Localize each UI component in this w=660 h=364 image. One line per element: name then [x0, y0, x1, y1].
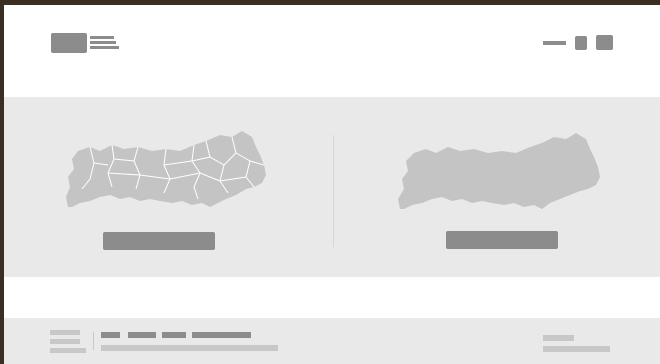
column-divider [333, 135, 334, 247]
footer-separator [93, 332, 94, 350]
page [4, 5, 660, 364]
select-municipalities-button[interactable] [103, 232, 215, 250]
footer-link[interactable] [128, 332, 156, 338]
footer-text-placeholder [101, 345, 278, 351]
footer-link[interactable] [162, 332, 186, 338]
map-selection-band [4, 97, 660, 277]
nav-square-icon[interactable] [575, 36, 587, 50]
nav-menu-line[interactable] [543, 41, 566, 45]
footer-link[interactable] [192, 332, 251, 338]
footer-right-text [543, 335, 574, 341]
logo-text-placeholder [90, 36, 119, 51]
footer-link[interactable] [101, 332, 120, 338]
algarve-municipalities-map[interactable] [60, 131, 270, 213]
footer-right-text [543, 346, 610, 352]
footer [4, 318, 660, 364]
nav-square-icon[interactable] [596, 35, 613, 50]
logo-icon[interactable] [51, 33, 87, 53]
header [4, 5, 660, 97]
algarve-region-map[interactable] [394, 133, 604, 215]
select-region-button[interactable] [446, 231, 558, 249]
